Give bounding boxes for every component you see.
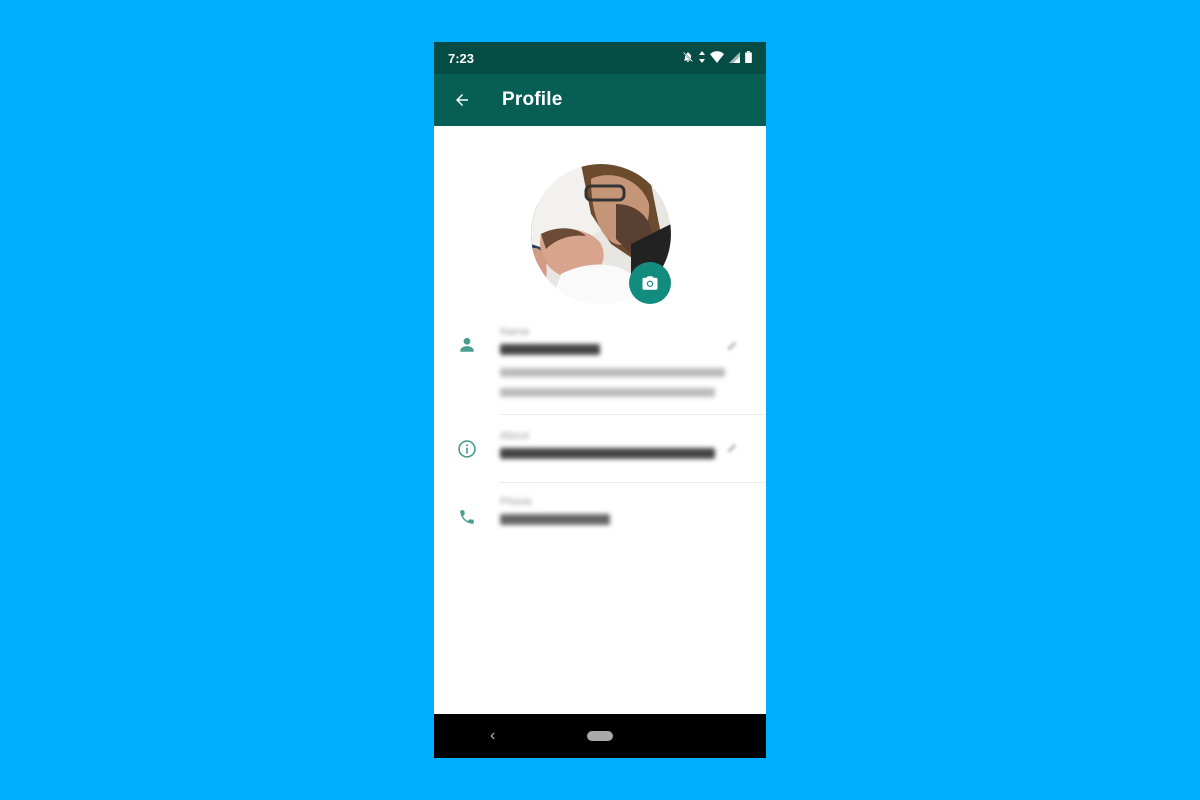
phone-value xyxy=(500,512,720,528)
phone-icon xyxy=(456,506,478,528)
status-bar: 7:23 xyxy=(434,42,766,74)
notifications-off-icon xyxy=(682,51,694,66)
cellular-signal-icon xyxy=(729,51,740,66)
divider xyxy=(500,414,766,415)
app-bar: Profile xyxy=(434,74,766,126)
info-icon xyxy=(456,438,478,460)
about-row[interactable]: About xyxy=(434,426,766,482)
back-button[interactable] xyxy=(452,90,472,110)
name-hint xyxy=(500,366,740,402)
avatar-container xyxy=(531,164,671,304)
about-value xyxy=(500,446,720,462)
nav-home-button[interactable] xyxy=(587,731,613,741)
edit-about-button[interactable] xyxy=(726,440,742,456)
edit-icon xyxy=(727,443,737,453)
navigation-bar: ‹ xyxy=(434,714,766,758)
page-title: Profile xyxy=(502,89,563,110)
data-arrows-icon xyxy=(699,50,705,66)
edit-name-button[interactable] xyxy=(726,338,742,354)
name-value xyxy=(500,342,720,358)
name-field: Name xyxy=(500,326,752,402)
arrow-back-icon xyxy=(456,94,468,106)
name-row[interactable]: Name xyxy=(434,322,766,414)
phone-row[interactable]: Phone xyxy=(434,492,766,548)
wifi-icon xyxy=(710,50,724,66)
change-photo-button[interactable] xyxy=(629,262,671,304)
phone-field: Phone xyxy=(500,496,752,528)
divider xyxy=(500,482,766,483)
battery-icon xyxy=(745,50,752,66)
status-icons xyxy=(682,50,752,66)
about-label: About xyxy=(500,430,529,442)
person-icon xyxy=(456,334,478,356)
phone-screen: 7:23 Profile Name About Phone ‹ xyxy=(434,42,766,758)
about-field: About xyxy=(500,430,752,462)
nav-back-button[interactable]: ‹ xyxy=(490,727,495,745)
status-time: 7:23 xyxy=(448,50,475,66)
edit-icon xyxy=(727,341,737,351)
profile-content: Name About Phone xyxy=(434,126,766,714)
phone-label: Phone xyxy=(500,496,532,508)
camera-icon xyxy=(642,276,658,290)
name-label: Name xyxy=(500,326,530,338)
